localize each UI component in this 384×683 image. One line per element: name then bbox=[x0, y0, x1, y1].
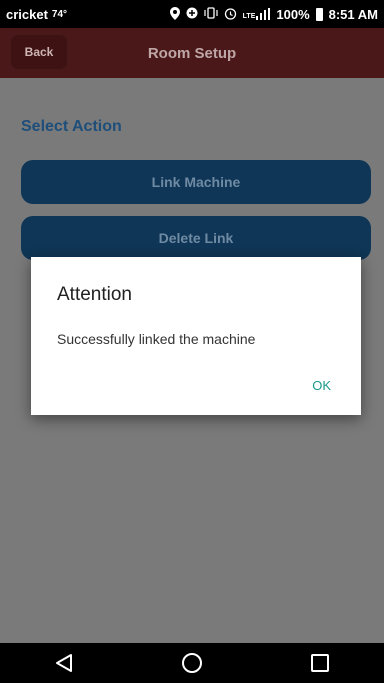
data-saver-icon bbox=[186, 7, 198, 21]
recents-square-icon bbox=[311, 654, 329, 672]
delete-link-button[interactable]: Delete Link bbox=[21, 216, 371, 260]
battery-icon bbox=[315, 7, 323, 21]
nav-home-button[interactable] bbox=[172, 643, 212, 683]
network-label: LTE bbox=[242, 13, 256, 20]
dialog-message: Successfully linked the machine bbox=[57, 331, 256, 347]
location-icon bbox=[169, 6, 180, 22]
dialog-title: Attention bbox=[57, 284, 132, 305]
signal-icon: LTE bbox=[243, 8, 271, 20]
nav-back-button[interactable] bbox=[44, 643, 84, 683]
temperature-label: 74° bbox=[51, 8, 68, 20]
attention-dialog: Attention Successfully linked the machin… bbox=[31, 257, 361, 415]
home-circle-icon bbox=[182, 653, 202, 673]
link-machine-button[interactable]: Link Machine bbox=[21, 160, 371, 204]
ok-button[interactable]: OK bbox=[312, 378, 331, 393]
vibrate-icon bbox=[204, 7, 218, 21]
status-right: LTE 100% 8:51 AM bbox=[169, 6, 378, 22]
status-bar: cricket 74° LTE 100% 8:51 AM bbox=[0, 0, 384, 28]
clock: 8:51 AM bbox=[328, 6, 378, 22]
nav-recents-button[interactable] bbox=[300, 643, 340, 683]
back-triangle-icon bbox=[56, 654, 72, 672]
battery-percent: 100% bbox=[276, 6, 310, 22]
back-button[interactable]: Back bbox=[10, 34, 68, 70]
section-title: Select Action bbox=[21, 118, 122, 135]
status-left: cricket 74° bbox=[6, 7, 67, 22]
alarm-icon bbox=[224, 7, 237, 22]
carrier-label: cricket bbox=[6, 6, 48, 22]
navigation-bar bbox=[0, 643, 384, 683]
app-bar: Back Room Setup bbox=[0, 28, 384, 78]
